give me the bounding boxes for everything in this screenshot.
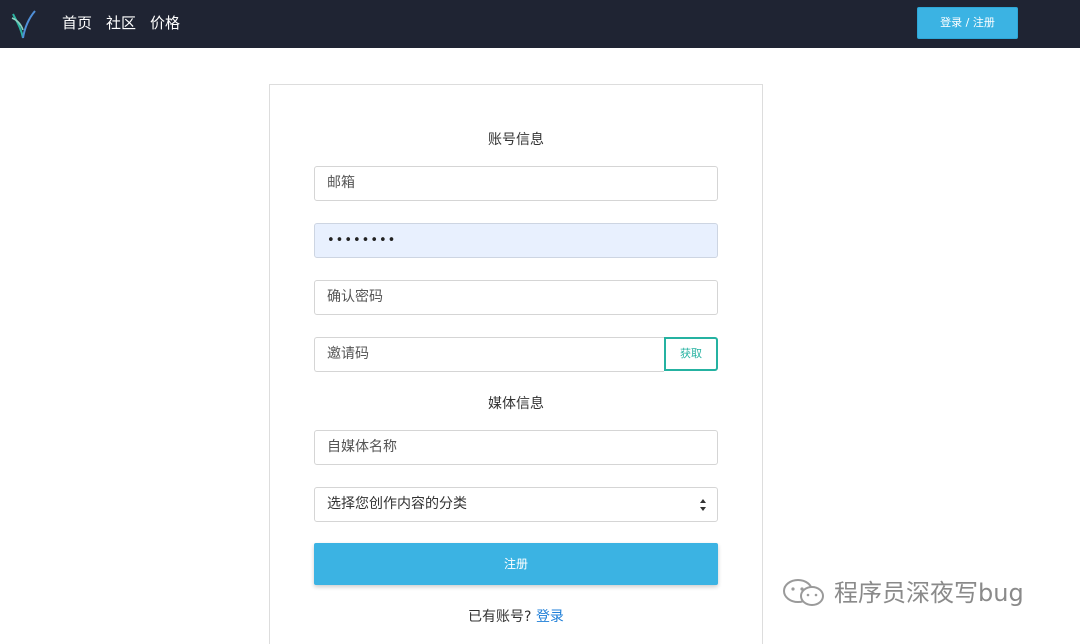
brand-logo-icon[interactable] (9, 8, 37, 40)
category-select-value: 选择您创作内容的分类 (327, 496, 467, 512)
login-prompt: 已有账号? 登录 (270, 607, 762, 627)
top-navbar: 首页 社区 价格 登录 / 注册 (0, 0, 1080, 48)
select-updown-icon (700, 499, 706, 511)
register-submit-button[interactable]: 注册 (314, 543, 718, 585)
media-info-heading: 媒体信息 (488, 396, 544, 412)
wechat-icon (783, 579, 824, 606)
media-name-field[interactable]: 自媒体名称 (314, 430, 718, 465)
get-invite-code-button[interactable]: 获取 (664, 337, 718, 371)
watermark-text: 程序员深夜写bug (834, 579, 1024, 607)
nav-pricing-link[interactable]: 价格 (150, 13, 180, 33)
register-form-card: 账号信息 邮箱 •••••••• 确认密码 邀请码 获取 媒体信息 自媒体名称 … (269, 84, 763, 644)
has-account-text: 已有账号? (468, 609, 532, 625)
invite-code-field[interactable]: 邀请码 (314, 337, 664, 372)
confirm-password-field[interactable]: 确认密码 (314, 280, 718, 315)
login-link[interactable]: 登录 (536, 609, 564, 625)
login-register-button[interactable]: 登录 / 注册 (917, 7, 1018, 39)
category-select[interactable]: 选择您创作内容的分类 (314, 487, 718, 522)
password-field[interactable]: •••••••• (314, 223, 718, 258)
nav-community-link[interactable]: 社区 (106, 13, 136, 33)
nav-home-link[interactable]: 首页 (62, 13, 92, 33)
account-info-heading: 账号信息 (488, 132, 544, 148)
email-field[interactable]: 邮箱 (314, 166, 718, 201)
